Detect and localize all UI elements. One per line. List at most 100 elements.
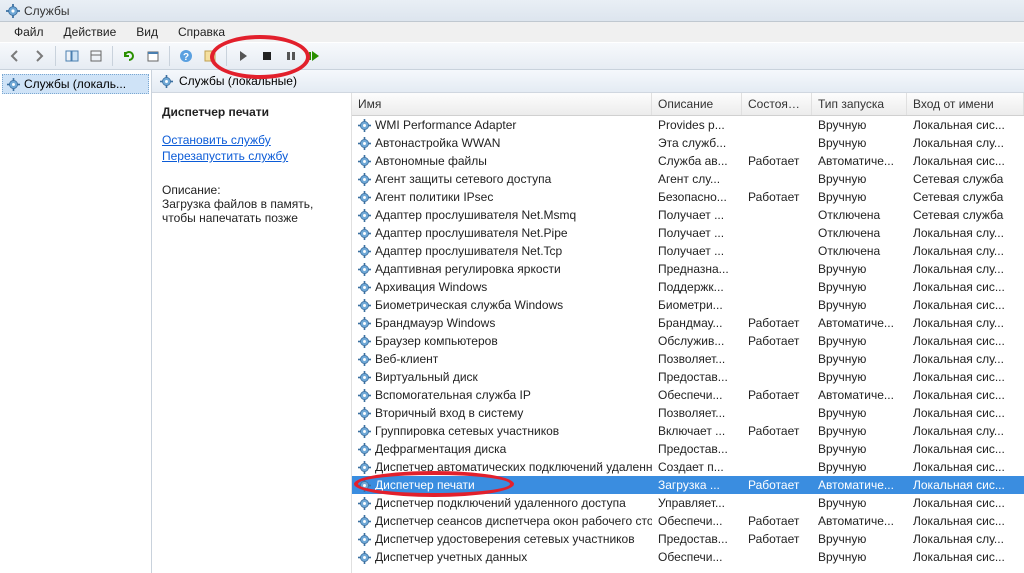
service-start: Вручную (812, 171, 907, 187)
service-name: Вспомогательная служба IP (375, 388, 531, 402)
gear-icon (358, 263, 371, 276)
content-header: Службы (локальные) (152, 70, 1024, 93)
menu-file[interactable]: Файл (6, 23, 52, 41)
service-logon: Сетевая служба (907, 171, 1024, 187)
export-list-button[interactable] (85, 45, 107, 67)
service-start: Вручную (812, 135, 907, 151)
service-start: Вручную (812, 261, 907, 277)
tree-pane: Службы (локаль... (0, 70, 152, 573)
service-logon: Локальная слу... (907, 423, 1024, 439)
service-row[interactable]: WMI Performance AdapterProvides p...Вруч… (352, 116, 1024, 134)
window-title: Службы (24, 4, 69, 18)
service-row[interactable]: Агент политики IPsecБезопасно...Работает… (352, 188, 1024, 206)
show-hide-tree-button[interactable] (61, 45, 83, 67)
service-state (742, 135, 812, 151)
service-desc: Получает ... (652, 207, 742, 223)
gear-icon (358, 443, 371, 456)
service-desc: Поддержк... (652, 279, 742, 295)
service-row[interactable]: Адаптер прослушивателя Net.TcpПолучает .… (352, 242, 1024, 260)
service-desc: Управляет... (652, 495, 742, 511)
service-desc: Provides p... (652, 117, 742, 133)
service-logon: Сетевая служба (907, 189, 1024, 205)
gear-icon (358, 407, 371, 420)
service-row[interactable]: Веб-клиентПозволяет...ВручнуюЛокальная с… (352, 350, 1024, 368)
service-name: Диспетчер автоматических подключений уда… (375, 460, 652, 474)
service-row[interactable]: Адаптивная регулировка яркостиПредназна.… (352, 260, 1024, 278)
list-header: Имя Описание Состояние Тип запуска Вход … (352, 93, 1024, 116)
gear-icon (358, 245, 371, 258)
col-header-start[interactable]: Тип запуска (812, 93, 907, 115)
service-row[interactable]: Биометрическая служба WindowsБиометри...… (352, 296, 1024, 314)
col-header-logon[interactable]: Вход от имени (907, 93, 1024, 115)
service-row[interactable]: Диспетчер учетных данныхОбеспечи...Вручн… (352, 548, 1024, 566)
pause-service-button[interactable] (280, 45, 302, 67)
stop-service-link[interactable]: Остановить службу (162, 133, 341, 147)
action-pane-button[interactable] (199, 45, 221, 67)
restart-service-link[interactable]: Перезапустить службу (162, 149, 341, 163)
service-row[interactable]: Диспетчер автоматических подключений уда… (352, 458, 1024, 476)
properties-button[interactable] (142, 45, 164, 67)
back-button[interactable] (4, 45, 26, 67)
col-header-state[interactable]: Состояние (742, 93, 812, 115)
services-list[interactable]: Имя Описание Состояние Тип запуска Вход … (352, 93, 1024, 573)
service-name: Диспетчер подключений удаленного доступа (375, 496, 626, 510)
service-name: Виртуальный диск (375, 370, 478, 384)
refresh-button[interactable] (118, 45, 140, 67)
menubar: Файл Действие Вид Справка (0, 22, 1024, 42)
service-name: Брандмауэр Windows (375, 316, 495, 330)
separator (226, 46, 227, 66)
service-row[interactable]: Диспетчер удостоверения сетевых участник… (352, 530, 1024, 548)
stop-service-button[interactable] (256, 45, 278, 67)
service-row[interactable]: Диспетчер сеансов диспетчера окон рабоче… (352, 512, 1024, 530)
service-desc: Обеспечи... (652, 513, 742, 529)
gear-icon (358, 353, 371, 366)
service-row[interactable]: Брандмауэр WindowsБрандмау...РаботаетАвт… (352, 314, 1024, 332)
content-title: Службы (локальные) (179, 74, 297, 88)
menu-view[interactable]: Вид (128, 23, 166, 41)
service-row[interactable]: Дефрагментация дискаПредостав...ВручнуюЛ… (352, 440, 1024, 458)
service-start: Вручную (812, 369, 907, 385)
service-row[interactable]: Браузер компьютеровОбслужив...РаботаетВр… (352, 332, 1024, 350)
service-row[interactable]: Агент защиты сетевого доступаАгент слу..… (352, 170, 1024, 188)
menu-action[interactable]: Действие (56, 23, 125, 41)
service-logon: Локальная слу... (907, 351, 1024, 367)
service-state: Работает (742, 531, 812, 547)
service-start: Автоматиче... (812, 153, 907, 169)
gear-icon (358, 497, 371, 510)
service-state: Работает (742, 477, 812, 493)
service-row[interactable]: Вспомогательная служба IPОбеспечи...Рабо… (352, 386, 1024, 404)
service-row[interactable]: Адаптер прослушивателя Net.PipeПолучает … (352, 224, 1024, 242)
service-row[interactable]: Виртуальный дискПредостав...ВручнуюЛокал… (352, 368, 1024, 386)
service-row[interactable]: Автономные файлыСлужба ав...РаботаетАвто… (352, 152, 1024, 170)
forward-button[interactable] (28, 45, 50, 67)
restart-service-button[interactable] (304, 45, 326, 67)
service-row[interactable]: Вторичный вход в системуПозволяет...Вруч… (352, 404, 1024, 422)
gear-icon (358, 461, 371, 474)
service-desc: Предназна... (652, 261, 742, 277)
menu-help[interactable]: Справка (170, 23, 233, 41)
col-header-name[interactable]: Имя (352, 93, 652, 115)
service-logon: Локальная слу... (907, 243, 1024, 259)
service-row[interactable]: Архивация WindowsПоддержк...ВручнуюЛокал… (352, 278, 1024, 296)
gear-icon (160, 75, 173, 88)
tree-item-services[interactable]: Службы (локаль... (2, 74, 149, 94)
service-desc: Позволяет... (652, 405, 742, 421)
service-row[interactable]: Группировка сетевых участниковВключает .… (352, 422, 1024, 440)
detail-pane: Диспетчер печати Остановить службу Перез… (152, 93, 352, 573)
service-row[interactable]: Адаптер прослушивателя Net.MsmqПолучает … (352, 206, 1024, 224)
service-row[interactable]: Диспетчер подключений удаленного доступа… (352, 494, 1024, 512)
service-state: Работает (742, 153, 812, 169)
service-start: Вручную (812, 495, 907, 511)
gear-icon (358, 515, 371, 528)
col-header-desc[interactable]: Описание (652, 93, 742, 115)
help-button[interactable]: ? (175, 45, 197, 67)
service-start: Вручную (812, 423, 907, 439)
service-row[interactable]: Автонастройка WWANЭта служб...ВручнуюЛок… (352, 134, 1024, 152)
gear-icon (358, 191, 371, 204)
gear-icon (358, 317, 371, 330)
service-row[interactable]: Диспетчер печатиЗагрузка ...РаботаетАвто… (352, 476, 1024, 494)
service-logon: Локальная сис... (907, 459, 1024, 475)
gear-icon (358, 173, 371, 186)
start-service-button[interactable] (232, 45, 254, 67)
gear-icon (358, 335, 371, 348)
